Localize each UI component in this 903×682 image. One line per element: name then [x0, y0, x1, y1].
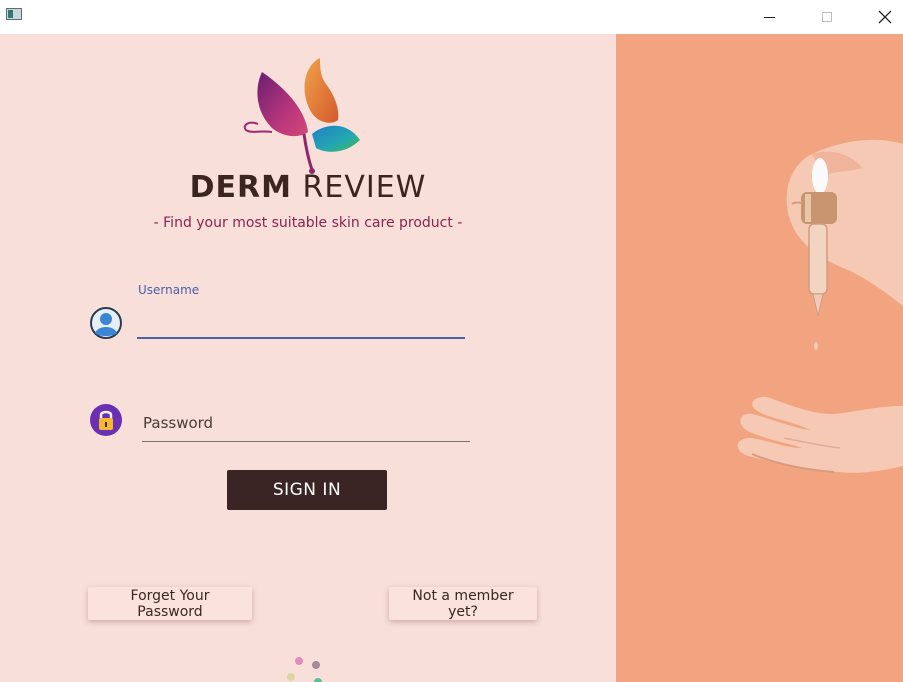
close-icon: [878, 10, 892, 24]
maximize-icon: [822, 12, 832, 22]
minimize-icon: [763, 16, 775, 18]
tagline: - Find your most suitable skin care prod…: [153, 215, 463, 231]
hero-image: [616, 34, 903, 682]
sign-in-button[interactable]: SIGN IN: [227, 470, 387, 510]
lock-icon: [90, 404, 122, 436]
sign-up-button[interactable]: Not a member yet?: [389, 587, 537, 620]
hands-dropper-illustration: [616, 34, 903, 682]
butterfly-icon: [243, 58, 360, 174]
password-input[interactable]: [142, 404, 470, 442]
forgot-password-button[interactable]: Forget Your Password: [88, 587, 252, 620]
minimize-button[interactable]: [746, 0, 792, 34]
user-icon: [90, 307, 122, 339]
username-label: Username: [138, 283, 200, 297]
brand-name-bold: DERM: [189, 170, 292, 205]
maximize-button[interactable]: [804, 0, 850, 34]
loading-indicator: [287, 657, 322, 682]
title-bar: [0, 0, 903, 34]
close-button[interactable]: [862, 0, 903, 34]
brand-name-regular: REVIEW: [302, 170, 427, 205]
app-icon: [6, 8, 22, 20]
brand-title: DERM REVIEW: [0, 170, 616, 205]
username-input[interactable]: [137, 305, 465, 339]
